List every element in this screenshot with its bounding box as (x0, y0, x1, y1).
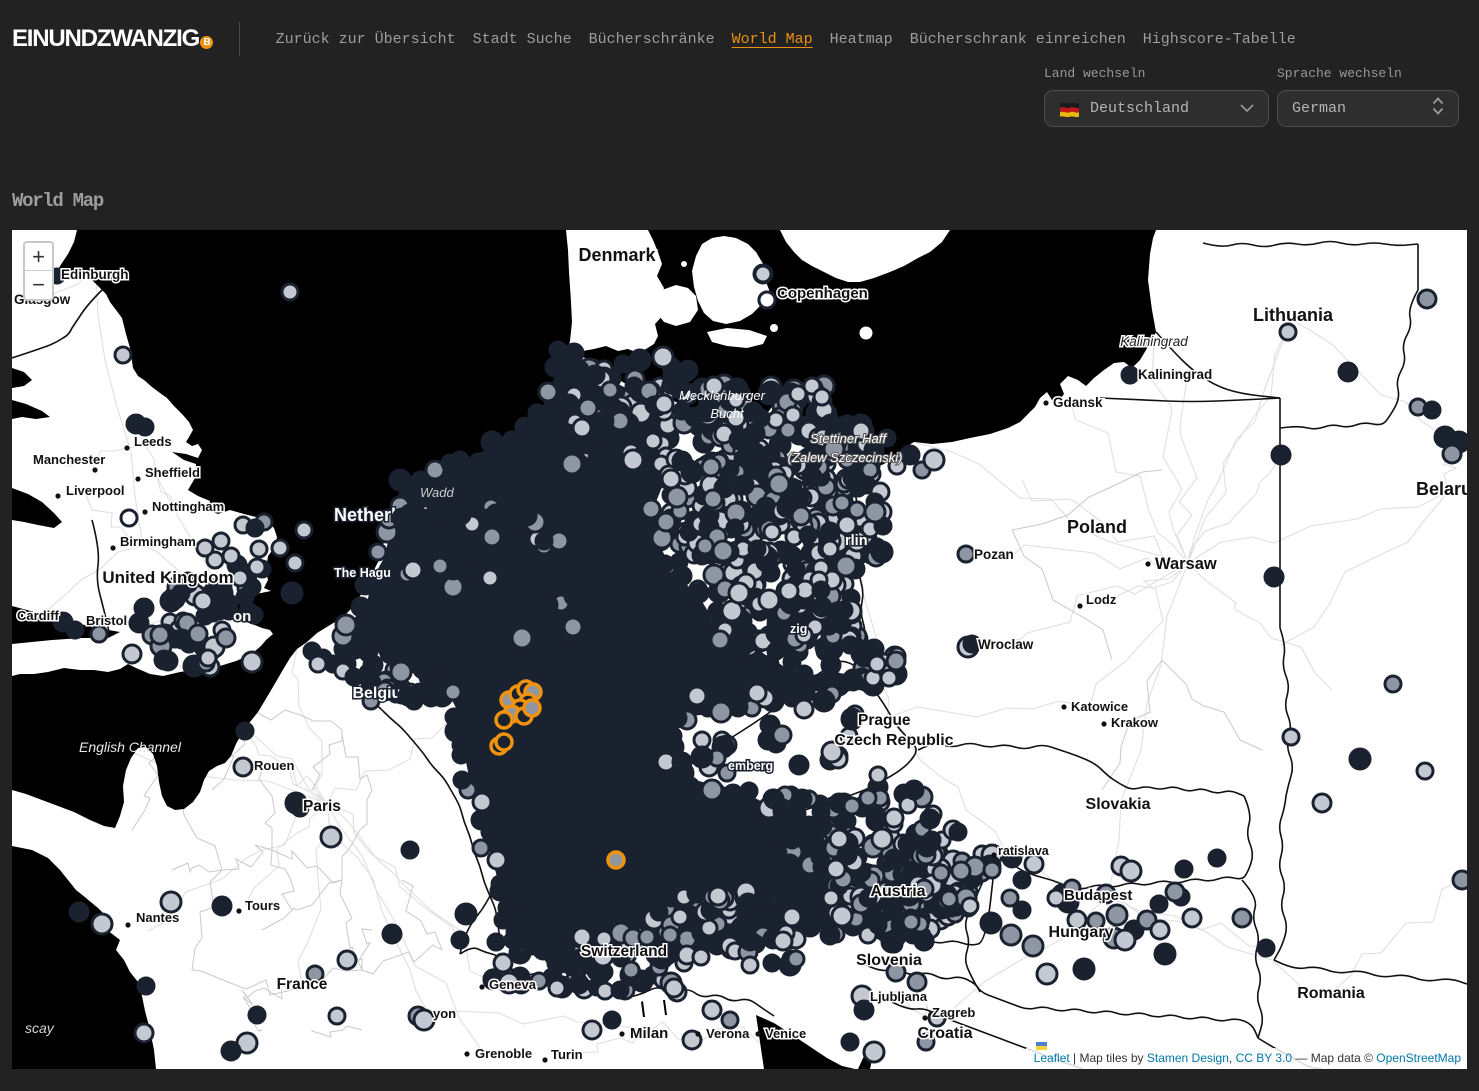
svg-text:Rouen: Rouen (254, 758, 295, 773)
svg-text:yon: yon (433, 1006, 456, 1021)
svg-text:Grenoble: Grenoble (475, 1046, 532, 1061)
svg-text:Kaliningrad: Kaliningrad (1120, 334, 1188, 349)
svg-text:Zagreb: Zagreb (932, 1005, 975, 1020)
svg-text:Geneva: Geneva (489, 977, 537, 992)
svg-text:Turin: Turin (551, 1047, 583, 1062)
svg-text:Katowice: Katowice (1071, 699, 1128, 714)
svg-text:Warsaw: Warsaw (1155, 555, 1217, 573)
svg-text:Lithuania: Lithuania (1253, 305, 1334, 325)
svg-text:Sheffield: Sheffield (145, 465, 200, 480)
svg-text:Bristol: Bristol (86, 613, 127, 628)
svg-text:United Kingdom: United Kingdom (102, 568, 233, 587)
svg-text:Mecklenburger: Mecklenburger (679, 388, 766, 403)
svg-text:Nantes: Nantes (136, 910, 179, 925)
svg-text:English Channel: English Channel (79, 739, 182, 755)
svg-text:Krakow: Krakow (1111, 715, 1159, 730)
svg-text:Cardiff: Cardiff (17, 608, 60, 623)
svg-text:Belarus: Belarus (1416, 479, 1467, 499)
svg-text:Switzerland: Switzerland (581, 943, 667, 960)
svg-text:Nottingham: Nottingham (152, 499, 224, 514)
svg-text:Budapest: Budapest (1064, 887, 1132, 904)
svg-text:Austria: Austria (870, 883, 925, 900)
svg-text:Leeds: Leeds (134, 434, 172, 449)
svg-text:(Zalew Szczecinski): (Zalew Szczecinski) (788, 450, 903, 465)
svg-text:Romania: Romania (1297, 985, 1365, 1002)
svg-text:Lodz: Lodz (1086, 592, 1117, 607)
svg-text:Milan: Milan (630, 1025, 668, 1042)
svg-text:Bucht: Bucht (710, 406, 745, 421)
svg-text:Wadd: Wadd (420, 485, 454, 500)
svg-text:Ljubljana: Ljubljana (870, 989, 928, 1004)
svg-text:Venice: Venice (765, 1026, 806, 1041)
svg-text:France: France (277, 976, 328, 993)
svg-text:Gdansk: Gdansk (1053, 395, 1103, 410)
svg-text:Stettiner Haff: Stettiner Haff (810, 431, 887, 446)
svg-text:The Hagu: The Hagu (334, 566, 391, 580)
svg-text:Slovenia: Slovenia (856, 952, 922, 969)
svg-text:Croatia: Croatia (917, 1025, 972, 1042)
svg-text:Hungary: Hungary (1049, 924, 1114, 941)
svg-text:Wroclaw: Wroclaw (978, 637, 1034, 652)
svg-text:Paris: Paris (303, 798, 341, 815)
svg-text:Liverpool: Liverpool (66, 483, 125, 498)
svg-text:emberg: emberg (728, 759, 773, 773)
svg-text:Prague: Prague (858, 712, 911, 729)
svg-text:Manchester: Manchester (33, 452, 105, 467)
svg-text:zig: zig (790, 622, 807, 636)
svg-text:Pozan: Pozan (974, 547, 1014, 562)
svg-text:Birmingham: Birmingham (120, 534, 196, 549)
svg-text:Kaliningrad: Kaliningrad (1138, 367, 1212, 382)
svg-text:scay: scay (25, 1020, 55, 1036)
svg-text:Copenhagen: Copenhagen (777, 285, 868, 302)
svg-text:ratislava: ratislava (998, 844, 1050, 858)
svg-text:Edinburgh: Edinburgh (61, 267, 129, 282)
svg-text:Czech Republic: Czech Republic (834, 732, 953, 749)
svg-text:on: on (233, 608, 251, 625)
svg-text:Denmark: Denmark (578, 245, 656, 265)
svg-text:Poland: Poland (1067, 517, 1127, 537)
svg-text:rlin: rlin (845, 533, 868, 549)
svg-text:Verona: Verona (706, 1026, 750, 1041)
svg-text:Slovakia: Slovakia (1086, 796, 1151, 813)
svg-text:Tours: Tours (245, 898, 280, 913)
